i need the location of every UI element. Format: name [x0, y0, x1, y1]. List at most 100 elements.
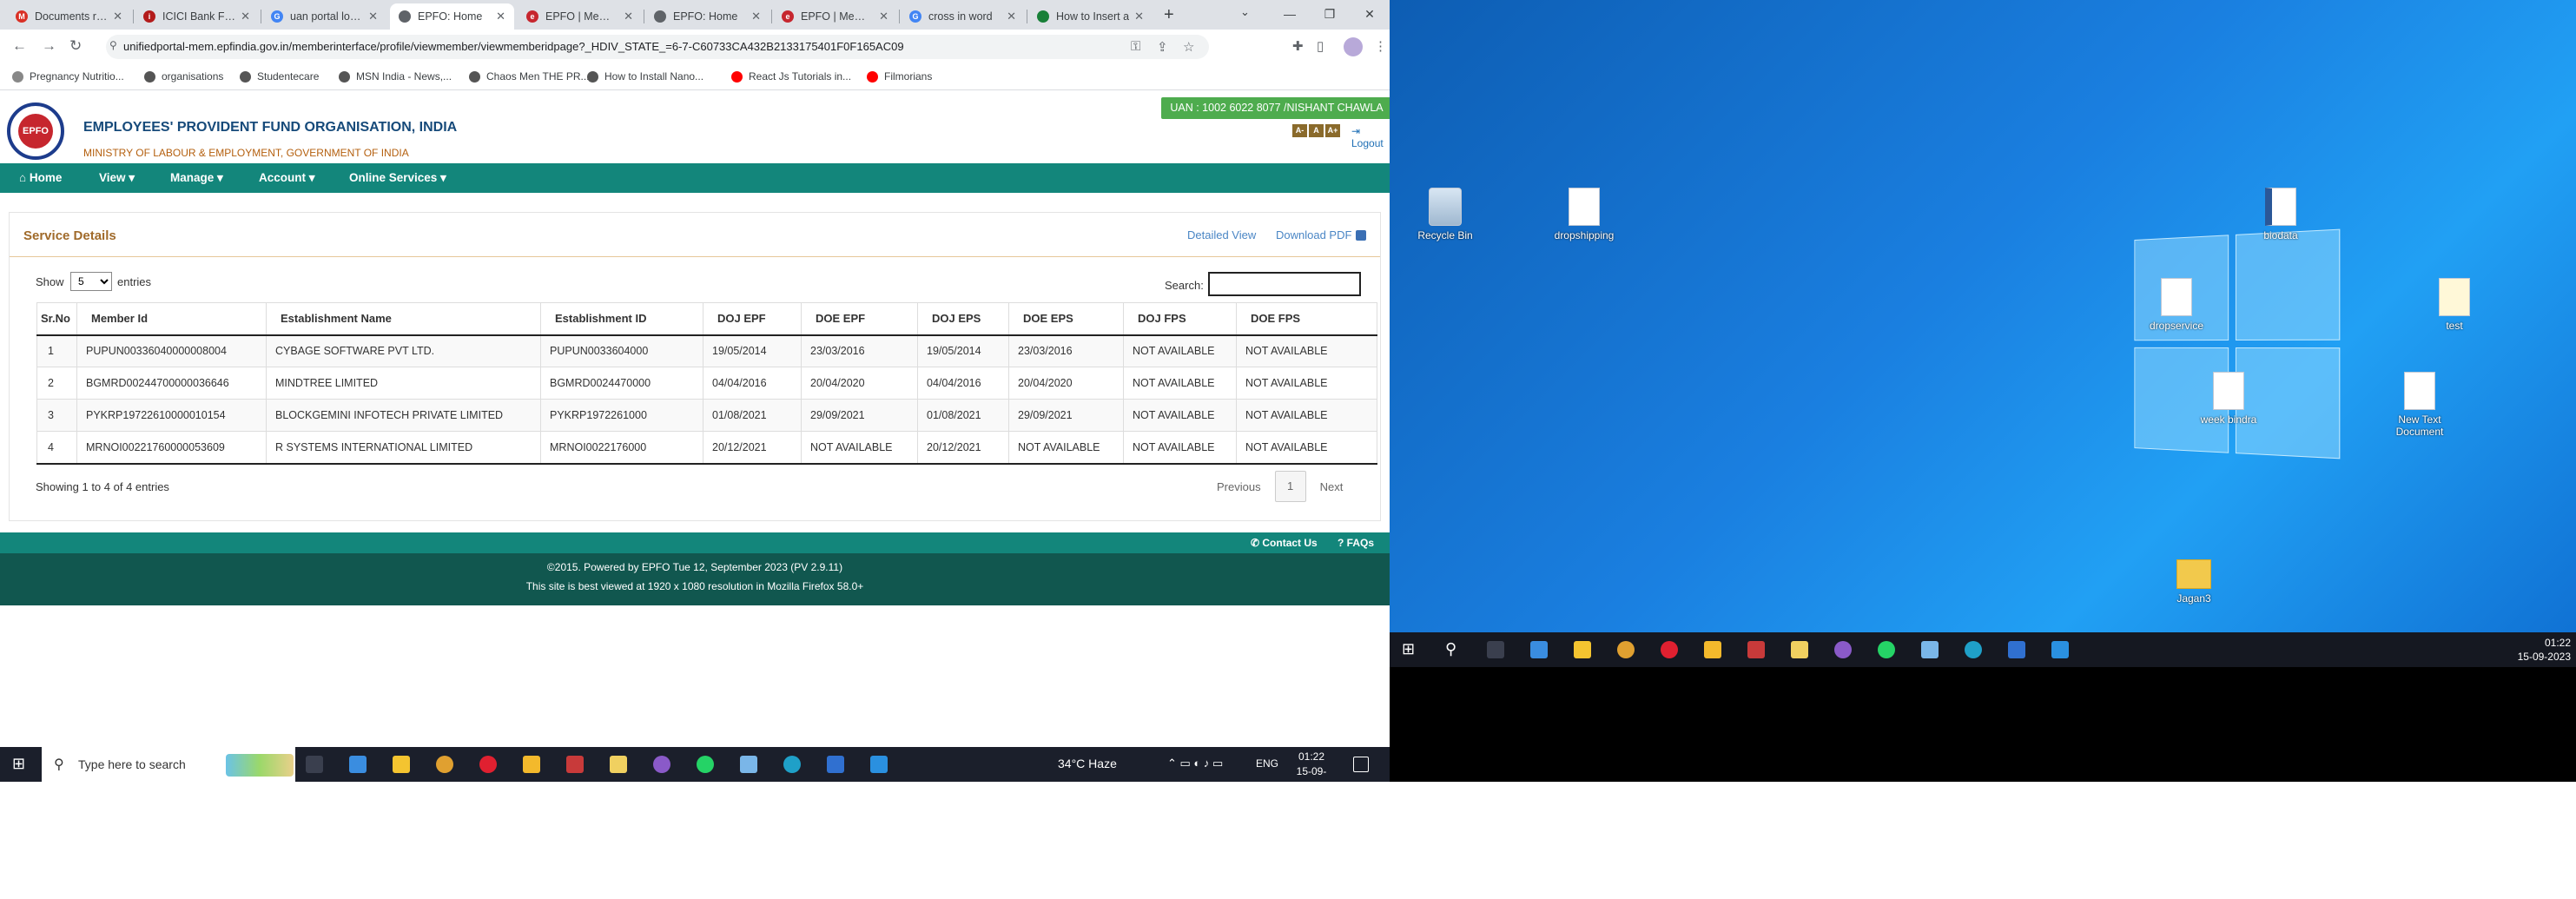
tab-close-icon[interactable]: ✕ — [879, 10, 888, 23]
menu-account[interactable]: Account ▾ — [259, 171, 315, 185]
menu-view[interactable]: View ▾ — [99, 171, 135, 185]
bookmark-item[interactable]: React Js Tutorials in... — [731, 70, 851, 83]
sticky-folder-icon[interactable] — [1791, 641, 1808, 658]
column-header[interactable]: DOE EPF — [801, 302, 918, 336]
bookmark-item[interactable]: Filmorians — [867, 70, 932, 83]
menu-manage[interactable]: Manage ▾ — [170, 171, 223, 185]
edge-icon[interactable] — [783, 756, 801, 773]
browser-tab[interactable]: Guan portal login ✕ — [262, 3, 386, 30]
chrome-icon[interactable] — [436, 756, 453, 773]
file-explorer-icon[interactable] — [1574, 641, 1591, 658]
tab-close-icon[interactable]: ✕ — [751, 10, 761, 23]
menu-online-services[interactable]: Online Services ▾ — [349, 171, 446, 185]
detailed-view-link[interactable]: Detailed View — [1187, 228, 1256, 241]
font-decrease-button[interactable]: A- — [1292, 124, 1307, 137]
bookmark-star-icon[interactable]: ☆ — [1183, 39, 1194, 55]
address-bar[interactable]: ⚲ unifiedportal-mem.epfindia.gov.in/memb… — [106, 35, 1209, 59]
store-icon[interactable] — [1704, 641, 1721, 658]
column-header[interactable]: DOJ EPS — [917, 302, 1009, 336]
logout-link[interactable]: ⇥ Logout — [1351, 125, 1390, 149]
column-header[interactable]: Establishment ID — [540, 302, 703, 336]
font-normal-button[interactable]: A — [1309, 124, 1324, 137]
notepad-icon[interactable] — [1921, 641, 1939, 658]
opera-icon[interactable] — [1661, 641, 1678, 658]
browser-tab[interactable]: e EPFO | Member ✕ — [518, 3, 642, 30]
back-icon[interactable]: ← — [12, 37, 27, 55]
whatsapp-icon[interactable] — [1878, 641, 1895, 658]
bookmark-item[interactable]: Pregnancy Nutritio... — [12, 70, 124, 83]
column-header[interactable]: Member Id — [76, 302, 267, 336]
restore-icon[interactable]: ❐ — [1310, 0, 1350, 30]
menu-kebab-icon[interactable]: ⋮ — [1374, 38, 1387, 54]
tab-close-icon[interactable]: ✕ — [241, 10, 250, 23]
profile-avatar[interactable] — [1344, 37, 1363, 56]
weather-widget[interactable]: 34°C Haze — [1058, 757, 1117, 770]
browser-tab[interactable]: e EPFO | Member ✕ — [773, 3, 897, 30]
column-header[interactable]: DOJ EPF — [703, 302, 802, 336]
page-1-button[interactable]: 1 — [1274, 471, 1306, 502]
notifications-icon[interactable] — [1353, 757, 1369, 772]
mail-icon[interactable] — [1530, 641, 1548, 658]
windows-start-icon[interactable]: ⊞ — [1402, 640, 1415, 658]
desktop-icon[interactable]: test — [2420, 278, 2489, 332]
tab-close-icon[interactable]: ✕ — [624, 10, 633, 23]
contact-us-link[interactable]: ✆ Contact Us — [1251, 537, 1318, 549]
tab-close-icon[interactable]: ✕ — [368, 10, 378, 23]
faqs-link[interactable]: ? FAQs — [1338, 537, 1374, 549]
app-icon-2[interactable] — [870, 756, 888, 773]
desktop-icon[interactable]: Recycle Bin — [1410, 188, 1480, 241]
close-window-icon[interactable]: ✕ — [1350, 0, 1390, 30]
desktop-icon[interactable]: biodata — [2246, 188, 2315, 241]
whatsapp-icon[interactable] — [697, 756, 714, 773]
desktop-icon[interactable]: week bindra — [2194, 372, 2263, 426]
desktop-icon[interactable]: Jagan3 — [2159, 552, 2229, 605]
column-header[interactable]: Sr.No — [36, 302, 77, 336]
next-button[interactable]: Next — [1320, 480, 1344, 493]
snipping-tool-icon[interactable] — [566, 756, 584, 773]
tab-search-icon[interactable]: ⌄ — [1240, 5, 1250, 19]
taskbar-search-box[interactable]: ⚲ Type here to search — [42, 747, 295, 782]
app-icon-2[interactable] — [2051, 641, 2069, 658]
forward-icon[interactable]: → — [42, 37, 56, 55]
browser-tab[interactable]: How to Insert a ✕ — [1028, 3, 1153, 30]
bookmark-item[interactable]: organisations — [144, 70, 223, 83]
language-indicator[interactable]: ENG — [1256, 757, 1278, 770]
github-icon[interactable] — [1834, 641, 1852, 658]
tab-close-icon[interactable]: ✕ — [1007, 10, 1016, 23]
desktop-icon[interactable]: New Text Document — [2385, 372, 2454, 438]
right-taskbar-clock[interactable]: 01:22 15-09-2023 — [2510, 636, 2571, 664]
reload-icon[interactable]: ↻ — [69, 37, 82, 55]
page-size-select[interactable]: 5 — [70, 272, 112, 291]
opera-icon[interactable] — [479, 756, 497, 773]
bookmark-item[interactable]: MSN India - News,... — [339, 70, 452, 83]
tab-close-icon[interactable]: ✕ — [113, 10, 122, 23]
font-increase-button[interactable]: A+ — [1325, 124, 1340, 137]
taskbar-clock[interactable]: 01:22 15-09-2023 — [1285, 750, 1338, 782]
edge-icon[interactable] — [1965, 641, 1982, 658]
browser-tab[interactable]: EPFO: Home ✕ — [390, 3, 514, 30]
previous-button[interactable]: Previous — [1217, 480, 1261, 493]
bookmark-item[interactable]: Studentecare — [240, 70, 319, 83]
mail-icon[interactable] — [349, 756, 367, 773]
bookmark-item[interactable]: How to Install Nano... — [587, 70, 703, 83]
tab-close-icon[interactable]: ✕ — [1134, 10, 1144, 23]
column-header[interactable]: DOE FPS — [1236, 302, 1377, 336]
key-icon[interactable]: ⚿ — [1131, 39, 1140, 54]
minimize-icon[interactable]: — — [1270, 0, 1310, 30]
search-icon[interactable]: ⚲ — [1445, 640, 1456, 658]
windows-start-icon[interactable]: ⊞ — [12, 755, 25, 773]
snipping-tool-icon[interactable] — [1747, 641, 1765, 658]
pdf-icon[interactable] — [1356, 230, 1366, 241]
task-view-icon[interactable] — [1487, 641, 1504, 658]
extensions-icon[interactable]: ✚ — [1292, 38, 1304, 54]
browser-tab[interactable]: i ICICI Bank Feed ✕ — [135, 3, 259, 30]
tab-close-icon[interactable]: ✕ — [496, 10, 505, 23]
task-view-icon[interactable] — [306, 756, 323, 773]
bookmark-item[interactable]: Chaos Men THE PR... — [469, 70, 590, 83]
side-panel-icon[interactable]: ▯ — [1317, 38, 1324, 54]
share-icon[interactable]: ⇪ — [1157, 39, 1168, 55]
new-tab-button[interactable]: + — [1164, 5, 1174, 25]
app-icon[interactable] — [2008, 641, 2025, 658]
site-info-icon[interactable]: ⚲ — [109, 39, 117, 51]
desktop-icon[interactable]: dropshipping — [1549, 188, 1619, 241]
